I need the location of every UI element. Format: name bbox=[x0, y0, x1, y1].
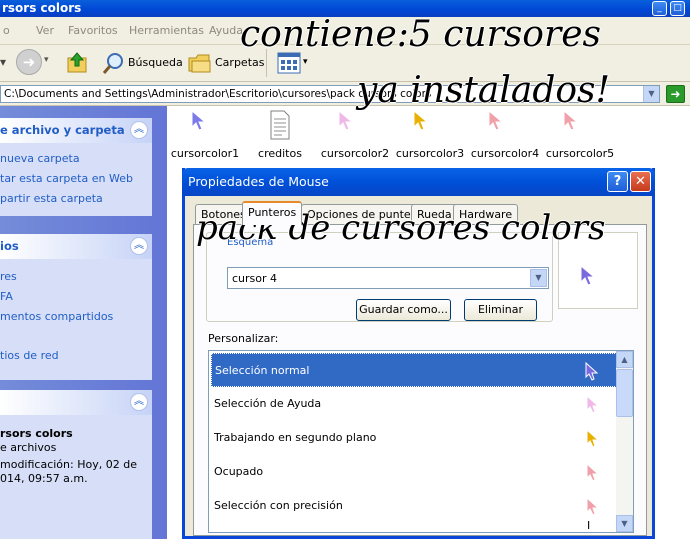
details-panel: ︽ rsors colors e archivos modificación: … bbox=[0, 390, 152, 539]
panel-header[interactable]: ios ︽ bbox=[0, 234, 152, 259]
search-icon bbox=[102, 53, 123, 74]
list-item[interactable]: Selección de Ayuda bbox=[211, 387, 617, 421]
cursor-preview-icon bbox=[580, 265, 596, 286]
list-item-label: Trabajando en segundo plano bbox=[214, 431, 377, 444]
task-link-new-folder[interactable]: nueva carpeta bbox=[0, 152, 80, 165]
place-link-desktop[interactable]: res bbox=[0, 270, 17, 283]
list-item-label: Selección normal bbox=[215, 364, 310, 377]
place-link-network[interactable]: tios de red bbox=[0, 349, 59, 362]
file-name: cursorcolor4 bbox=[470, 147, 540, 160]
scroll-down-icon[interactable]: ▼ bbox=[616, 515, 633, 532]
vertical-scrollbar[interactable]: ▲ ▼ bbox=[616, 351, 633, 532]
scroll-thumb[interactable] bbox=[616, 369, 633, 417]
tab-punteros[interactable]: Punteros bbox=[242, 201, 303, 225]
scheme-value: cursor 4 bbox=[232, 272, 278, 285]
menu-ayuda[interactable]: Ayuda bbox=[209, 24, 243, 37]
go-arrow-icon[interactable]: ➜ bbox=[666, 85, 685, 103]
list-item[interactable]: Ocupado bbox=[211, 455, 617, 489]
list-item[interactable]: Selección con precisión bbox=[211, 489, 617, 523]
panel-header[interactable]: ︽ bbox=[0, 390, 152, 415]
minimize-button[interactable]: _ bbox=[652, 1, 667, 16]
details-line: 014, 09:57 a.m. bbox=[0, 472, 88, 485]
overlay-caption: ya instalados! bbox=[357, 70, 610, 111]
file-name: cursorcolor1 bbox=[170, 147, 240, 160]
overlay-caption: contiene:5 cursores bbox=[240, 14, 601, 55]
dialog-title-bar: Propiedades de Mouse ? ✕ bbox=[182, 168, 655, 196]
cursor-icon bbox=[585, 362, 599, 381]
menu-favoritos[interactable]: Favoritos bbox=[68, 24, 118, 37]
menu-archivo[interactable]: o bbox=[3, 24, 10, 37]
menu-ver[interactable]: Ver bbox=[36, 24, 54, 37]
window-title: rsors colors bbox=[2, 1, 82, 15]
back-dropdown-icon[interactable]: ▾ bbox=[0, 55, 6, 69]
collapse-chevron-icon[interactable]: ︽ bbox=[130, 237, 148, 255]
details-line: e archivos bbox=[0, 441, 57, 454]
text-document-icon bbox=[270, 110, 290, 140]
panel-header[interactable]: e archivo y carpeta ︽ bbox=[0, 118, 152, 143]
list-item[interactable]: Selección normal bbox=[211, 353, 617, 387]
list-item-label: Ocupado bbox=[214, 465, 264, 478]
views-icon[interactable] bbox=[277, 52, 301, 74]
cursor-icon bbox=[563, 110, 579, 131]
folders-label: Carpetas bbox=[215, 56, 265, 69]
cursor-icon bbox=[413, 110, 429, 131]
task-link-share-folder[interactable]: partir esta carpeta bbox=[0, 192, 103, 205]
personalize-label: Personalizar: bbox=[208, 332, 279, 345]
cursor-icon bbox=[586, 395, 600, 414]
cursor-icon bbox=[338, 110, 354, 131]
panel-title: ios bbox=[0, 239, 19, 253]
place-link-my-documents[interactable]: FA bbox=[0, 290, 13, 303]
maximize-button[interactable]: □ bbox=[670, 1, 685, 16]
scheme-select[interactable]: cursor 4 ▼ bbox=[227, 267, 549, 289]
details-line: modificación: Hoy, 02 de bbox=[0, 458, 137, 471]
place-link-shared-documents[interactable]: mentos compartidos bbox=[0, 310, 113, 323]
task-link-publish-web[interactable]: tar esta carpeta en Web bbox=[0, 172, 133, 185]
chevron-down-icon[interactable]: ▼ bbox=[530, 269, 547, 287]
save-as-button[interactable]: Guardar como... bbox=[356, 299, 451, 321]
task-pane: e archivo y carpeta ︽ nueva carpeta tar … bbox=[0, 106, 167, 539]
collapse-chevron-icon[interactable]: ︽ bbox=[130, 121, 148, 139]
menu-herramientas[interactable]: Herramientas bbox=[129, 24, 204, 37]
search-button[interactable]: Búsqueda bbox=[97, 48, 183, 78]
search-label: Búsqueda bbox=[128, 56, 183, 69]
panel-title: e archivo y carpeta bbox=[0, 123, 125, 137]
scroll-up-icon[interactable]: ▲ bbox=[616, 351, 633, 368]
text-beam-cursor: I bbox=[587, 519, 591, 532]
address-dropdown-icon[interactable]: ▼ bbox=[643, 86, 659, 102]
up-folder-icon[interactable] bbox=[66, 50, 88, 74]
pointers-tab-panel: Esquema cursor 4 ▼ Guardar como... Elimi… bbox=[193, 224, 647, 536]
list-item[interactable]: Trabajando en segundo plano bbox=[211, 421, 617, 455]
cursor-icon bbox=[488, 110, 504, 131]
cursor-icon bbox=[191, 110, 207, 131]
forward-dropdown-icon[interactable]: ▾ bbox=[44, 55, 49, 65]
file-name: cursorcolor3 bbox=[395, 147, 465, 160]
file-name: cursorcolor5 bbox=[545, 147, 615, 160]
cursor-icon bbox=[586, 497, 600, 516]
other-places-panel: ios ︽ res FA mentos compartidos tios de … bbox=[0, 234, 152, 380]
dialog-title: Propiedades de Mouse bbox=[188, 174, 329, 189]
list-item-label: Selección de Ayuda bbox=[214, 397, 322, 410]
cursor-icon bbox=[586, 429, 600, 448]
file-folder-tasks-panel: e archivo y carpeta ︽ nueva carpeta tar … bbox=[0, 118, 152, 216]
close-button[interactable]: ✕ bbox=[630, 171, 651, 192]
file-name: cursorcolor2 bbox=[320, 147, 390, 160]
list-item-label: Selección con precisión bbox=[214, 499, 343, 512]
collapse-chevron-icon[interactable]: ︽ bbox=[130, 393, 148, 411]
details-folder-name: rsors colors bbox=[0, 427, 73, 440]
cursor-icon bbox=[586, 463, 600, 482]
pointer-list[interactable]: Selección normal Selección de Ayuda Trab… bbox=[208, 350, 634, 533]
forward-icon[interactable]: ➜ bbox=[16, 49, 42, 75]
file-name: creditos bbox=[258, 147, 302, 160]
help-button[interactable]: ? bbox=[607, 171, 628, 192]
folders-icon bbox=[188, 54, 211, 73]
delete-button[interactable]: Eliminar bbox=[464, 299, 537, 321]
views-dropdown-icon[interactable]: ▾ bbox=[303, 57, 308, 67]
